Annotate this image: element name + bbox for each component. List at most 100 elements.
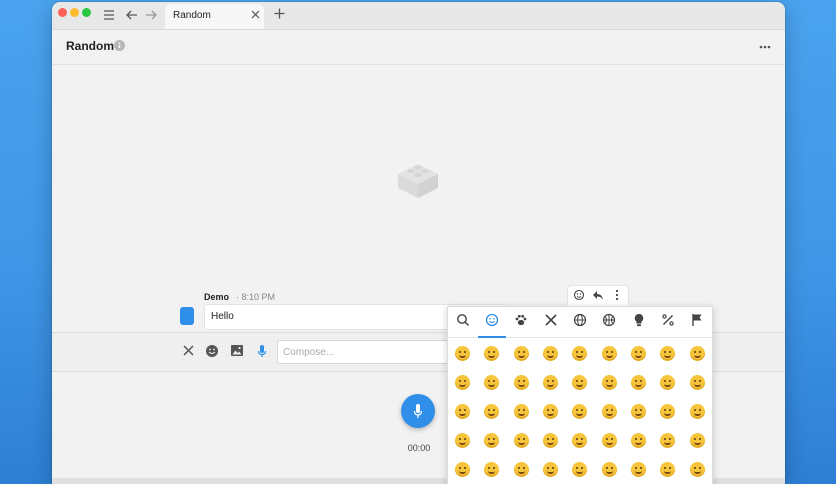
close-icon[interactable]: [251, 8, 260, 22]
emoji-option[interactable]: [507, 397, 536, 426]
emoji-face-icon: [601, 462, 617, 477]
emoji-face-icon: [543, 462, 559, 477]
emoji-option[interactable]: [507, 368, 536, 397]
emoji-option[interactable]: [448, 426, 477, 455]
record-button[interactable]: [401, 394, 435, 428]
emoji-option[interactable]: [682, 426, 711, 455]
minimize-window-button[interactable]: [70, 8, 79, 17]
close-window-button[interactable]: [58, 8, 67, 17]
emoji-option[interactable]: [477, 455, 506, 484]
emoji-face-icon: [572, 346, 588, 361]
image-icon[interactable]: [229, 344, 245, 360]
emoji-option[interactable]: [594, 426, 623, 455]
basketball-icon[interactable]: [600, 313, 618, 331]
emoji-face-icon: [689, 433, 705, 448]
emoji-option[interactable]: [448, 455, 477, 484]
close-icon[interactable]: [180, 344, 196, 360]
page-title: Random: [66, 39, 114, 53]
emoji-option[interactable]: [565, 426, 594, 455]
emoji-face-icon: [484, 404, 500, 419]
emoji-face-icon: [660, 404, 676, 419]
emoji-option[interactable]: [565, 397, 594, 426]
emoji-option[interactable]: [565, 339, 594, 368]
search-icon[interactable]: [454, 313, 472, 331]
utensils-icon[interactable]: [542, 313, 560, 331]
emoji-option[interactable]: [507, 455, 536, 484]
message-text: Hello: [211, 311, 234, 322]
add-reaction-icon[interactable]: [570, 288, 588, 306]
emoji-face-icon: [601, 433, 617, 448]
emoji-option[interactable]: [536, 368, 565, 397]
emoji-option[interactable]: [682, 339, 711, 368]
globe-icon[interactable]: [571, 313, 589, 331]
emoji-option[interactable]: [624, 397, 653, 426]
emoji-option[interactable]: [653, 426, 682, 455]
microphone-icon: [413, 403, 423, 424]
message-timestamp: · 8:10 PM: [236, 292, 276, 302]
reply-icon[interactable]: [589, 288, 607, 306]
emoji-option[interactable]: [624, 426, 653, 455]
emoji-option[interactable]: [448, 368, 477, 397]
emoji-face-icon: [601, 375, 617, 390]
emoji-option[interactable]: [653, 455, 682, 484]
emoji-option[interactable]: [448, 339, 477, 368]
arrow-left-icon[interactable]: [122, 5, 142, 25]
flag-icon[interactable]: [688, 313, 706, 331]
emoji-option[interactable]: [477, 397, 506, 426]
arrow-right-icon[interactable]: [141, 5, 161, 25]
emoji-option[interactable]: [536, 339, 565, 368]
emoji-option[interactable]: [565, 455, 594, 484]
emoji-face-icon: [630, 404, 646, 419]
emoji-option[interactable]: [624, 368, 653, 397]
emoji-option[interactable]: [682, 368, 711, 397]
emoji-face-icon: [630, 433, 646, 448]
emoji-option[interactable]: [565, 368, 594, 397]
lightbulb-icon[interactable]: [630, 313, 648, 331]
emoji-icon[interactable]: [204, 344, 220, 360]
plus-icon[interactable]: [269, 5, 289, 25]
emoji-category-bar: [448, 307, 712, 338]
emoji-option[interactable]: [653, 397, 682, 426]
emoji-option[interactable]: [653, 368, 682, 397]
emoji-option[interactable]: [448, 397, 477, 426]
microphone-icon[interactable]: [254, 344, 270, 360]
emoji-option[interactable]: [682, 455, 711, 484]
emoji-option[interactable]: [507, 426, 536, 455]
emoji-option[interactable]: [477, 339, 506, 368]
avatar[interactable]: [180, 307, 194, 325]
hamburger-icon[interactable]: [99, 5, 119, 25]
emoji-option[interactable]: [536, 426, 565, 455]
emoji-face-icon: [543, 404, 559, 419]
percent-icon[interactable]: [659, 313, 677, 331]
emoji-option[interactable]: [594, 368, 623, 397]
emoji-picker: [447, 306, 713, 484]
info-icon[interactable]: [114, 40, 125, 51]
emoji-option[interactable]: [624, 339, 653, 368]
emoji-face-icon: [543, 433, 559, 448]
emoji-face-icon: [601, 346, 617, 361]
smiley-icon: [485, 313, 499, 331]
tab-random[interactable]: Random: [165, 4, 264, 29]
emoji-option[interactable]: [477, 368, 506, 397]
emoji-option[interactable]: [624, 455, 653, 484]
emoji-option[interactable]: [507, 339, 536, 368]
emoji-option[interactable]: [594, 339, 623, 368]
emoji-face-icon: [689, 404, 705, 419]
emoji-option[interactable]: [682, 397, 711, 426]
emoji-face-icon: [572, 375, 588, 390]
emoji-option[interactable]: [536, 455, 565, 484]
emoji-face-icon: [689, 462, 705, 477]
tab-smileys[interactable]: [478, 313, 506, 338]
emoji-option[interactable]: [594, 455, 623, 484]
emoji-option[interactable]: [653, 339, 682, 368]
emoji-option[interactable]: [594, 397, 623, 426]
maximize-window-button[interactable]: [82, 8, 91, 17]
emoji-face-icon: [513, 462, 529, 477]
emoji-option[interactable]: [536, 397, 565, 426]
emoji-option[interactable]: [477, 426, 506, 455]
more-vertical-icon[interactable]: [608, 288, 626, 306]
emoji-face-icon: [572, 433, 588, 448]
more-horizontal-icon[interactable]: [759, 38, 771, 52]
emoji-face-icon: [572, 462, 588, 477]
paw-icon[interactable]: [512, 313, 530, 331]
